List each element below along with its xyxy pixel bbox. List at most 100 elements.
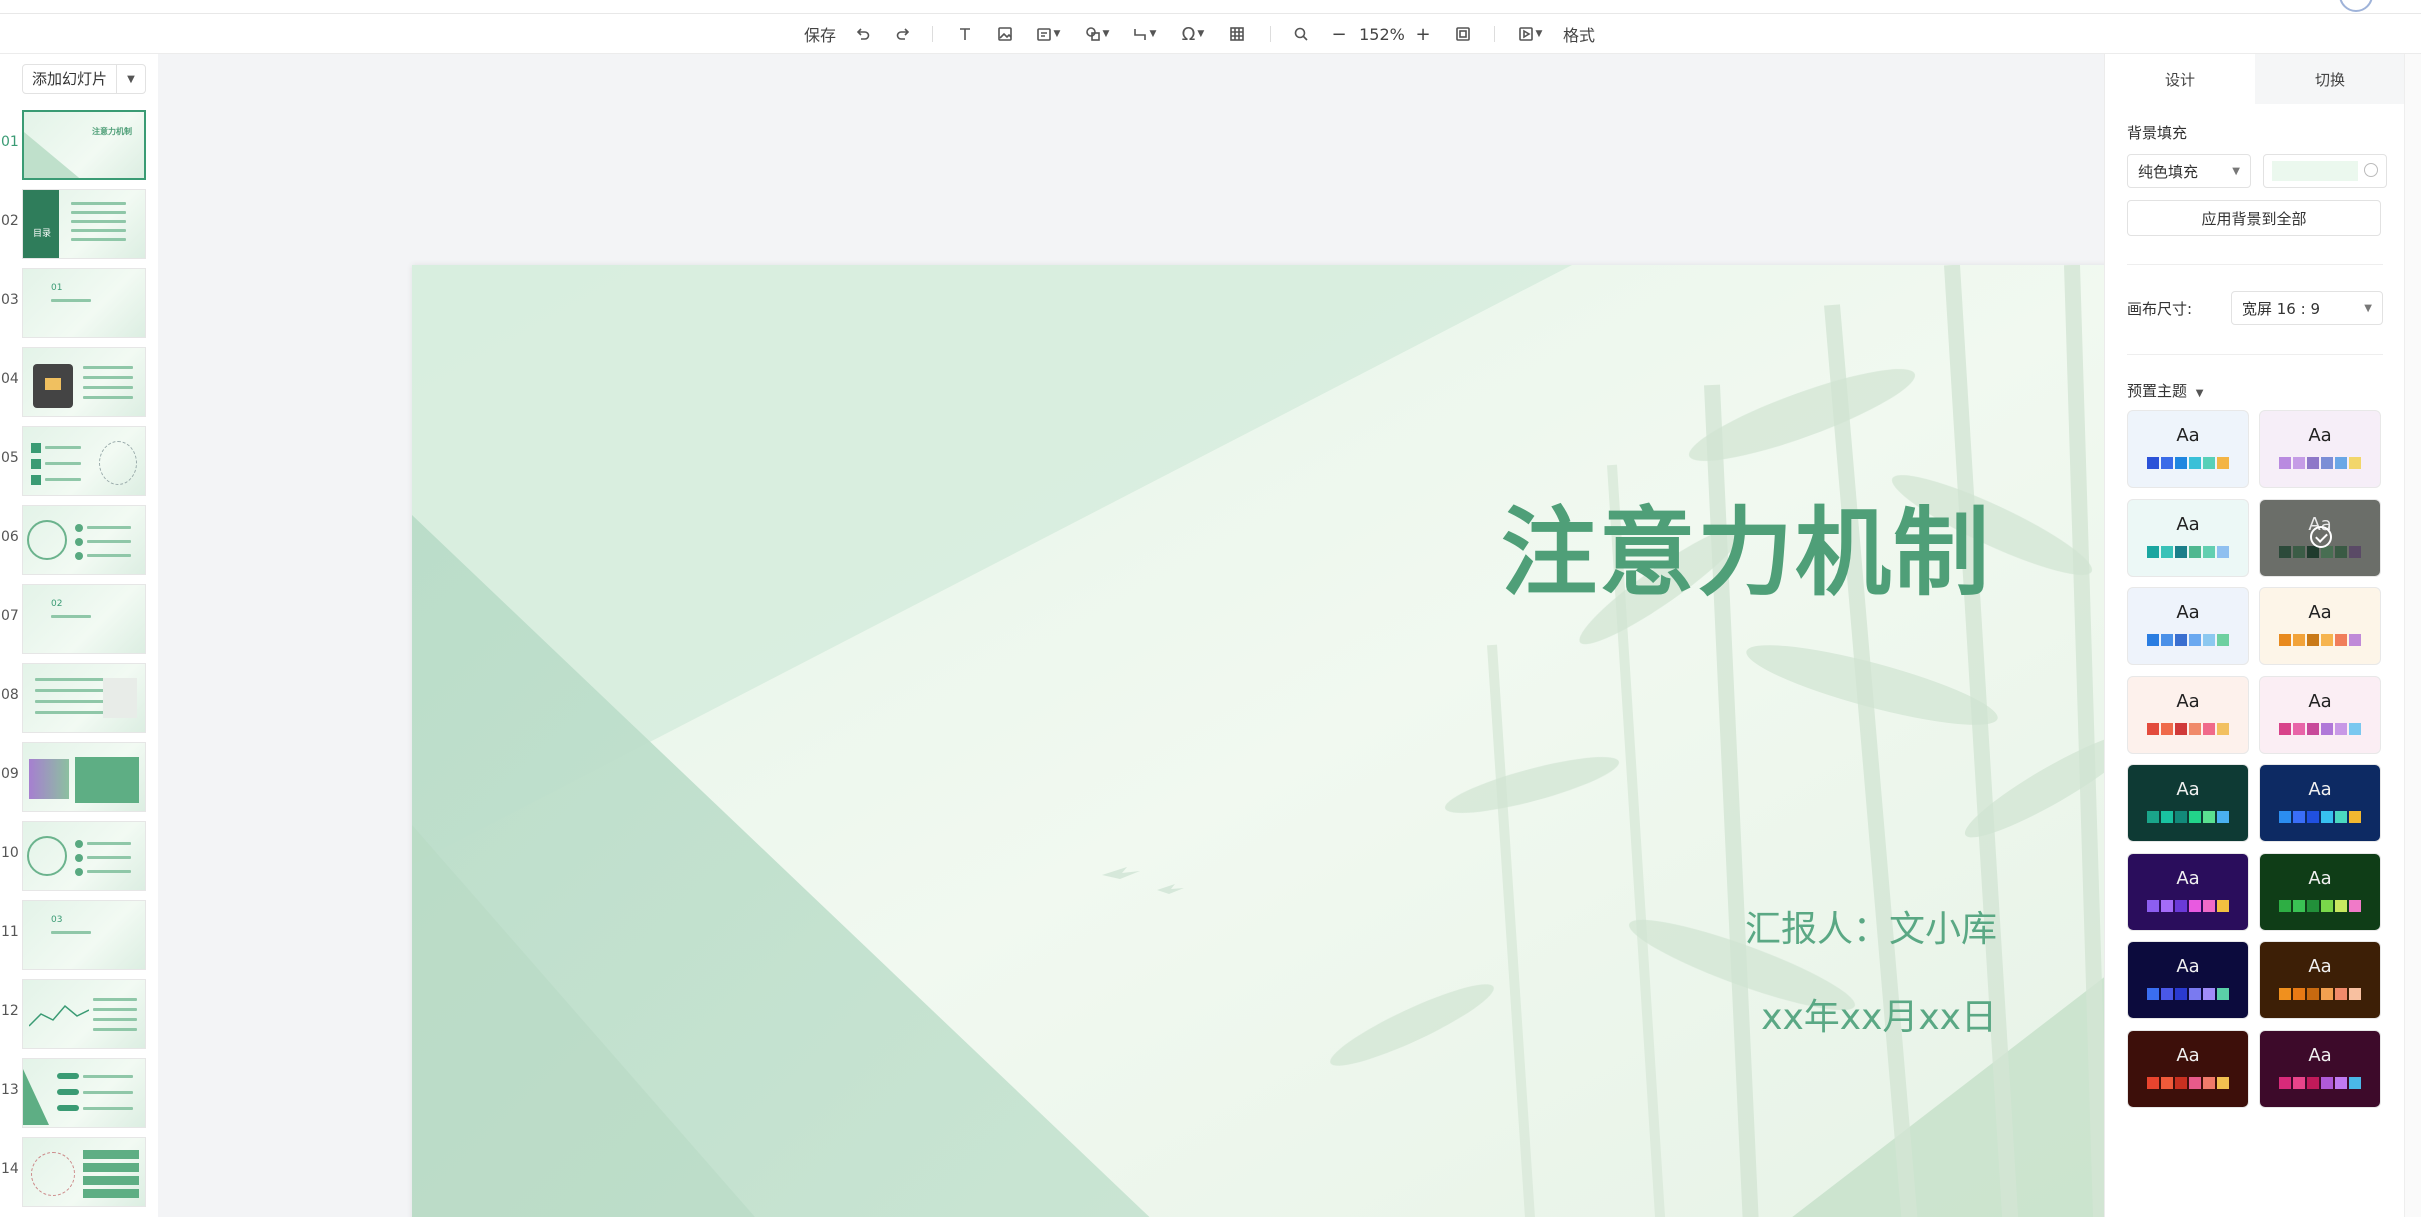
slide-thumbnail-image[interactable]: [22, 1058, 146, 1128]
eyedropper-icon[interactable]: [2364, 163, 2378, 177]
theme-card[interactable]: Aa: [2259, 498, 2381, 577]
color-swatch: [2335, 457, 2347, 469]
slide-thumbnail-image[interactable]: [22, 663, 146, 733]
text-icon[interactable]: [954, 14, 976, 54]
slide-thumbnail-image[interactable]: [22, 347, 146, 417]
color-swatch: [2175, 722, 2187, 735]
color-swatch: [2279, 811, 2291, 823]
slide-number: 04: [1, 371, 19, 387]
theme-card[interactable]: Aa: [2127, 764, 2249, 842]
theme-card[interactable]: Aa: [2259, 852, 2381, 931]
color-swatch: [2161, 1076, 2173, 1089]
slide-thumbnail-image[interactable]: 注意力机制: [22, 110, 146, 180]
slide-thumbnail-image[interactable]: 01: [22, 268, 146, 338]
save-button[interactable]: 保存: [800, 14, 840, 54]
slide-thumbnail[interactable]: 13: [0, 1058, 158, 1130]
color-swatch: [2349, 457, 2361, 469]
fit-screen-icon[interactable]: [1452, 14, 1474, 54]
slide-thumbnail[interactable]: 03 01: [0, 268, 158, 340]
slide-thumbnail[interactable]: 08: [0, 663, 158, 735]
add-slide-label[interactable]: 添加幻灯片: [23, 65, 117, 93]
fill-type-select[interactable]: 纯色填充 ▼: [2127, 154, 2251, 188]
thumb-title: 注意力机制: [92, 127, 132, 136]
color-swatch: [2321, 1076, 2333, 1089]
theme-card[interactable]: Aa: [2259, 410, 2381, 488]
search-icon[interactable]: [1290, 14, 1312, 54]
color-swatch: [2349, 811, 2361, 823]
slide-thumbnail[interactable]: 10: [0, 821, 158, 893]
slide-reporter-text[interactable]: 汇报人：文小库: [1745, 900, 1997, 952]
slide-thumbnail-image[interactable]: 03: [22, 900, 146, 970]
scrollbar[interactable]: [2404, 54, 2421, 1217]
color-swatch: [2335, 545, 2347, 558]
theme-card[interactable]: Aa: [2127, 587, 2249, 665]
slide-canvas[interactable]: 注意力机制 汇报人：文小库 xx年xx月xx日: [412, 265, 2159, 1217]
format-button[interactable]: 格式: [1562, 14, 1596, 54]
add-slide-button[interactable]: 添加幻灯片 ▼: [22, 64, 146, 94]
slide-thumbnail[interactable]: 02 目录: [0, 189, 158, 261]
image-icon[interactable]: [994, 14, 1016, 54]
toolbar-divider: [1270, 26, 1271, 42]
theme-card[interactable]: Aa: [2127, 1029, 2249, 1108]
slide-thumbnail[interactable]: 11 03: [0, 900, 158, 972]
connector-icon[interactable]: ▼: [1128, 14, 1160, 54]
slide-thumbnail-image[interactable]: [22, 742, 146, 812]
tab-transition[interactable]: 切换: [2255, 54, 2405, 104]
slide-thumbnail[interactable]: 07 02: [0, 584, 158, 656]
theme-card[interactable]: Aa: [2127, 498, 2249, 577]
tab-design[interactable]: 设计: [2105, 54, 2255, 104]
zoom-in-icon[interactable]: +: [1412, 14, 1434, 54]
color-swatch: [2307, 988, 2319, 1000]
theme-card[interactable]: Aa: [2259, 675, 2381, 754]
slide-thumbnail[interactable]: 09: [0, 742, 158, 814]
theme-card[interactable]: Aa: [2127, 941, 2249, 1019]
slide-number: 02: [1, 213, 19, 229]
redo-icon[interactable]: [892, 14, 914, 54]
slide-thumbnail-image[interactable]: [22, 426, 146, 496]
table-icon[interactable]: [1226, 14, 1248, 54]
zoom-level[interactable]: 152%: [1356, 14, 1408, 54]
slide-thumbnail[interactable]: 01 注意力机制: [0, 110, 158, 182]
slide-thumbnail[interactable]: 12: [0, 979, 158, 1051]
slide-thumbnail-image[interactable]: 02: [22, 584, 146, 654]
theme-card[interactable]: Aa: [2259, 587, 2381, 665]
undo-icon[interactable]: [852, 14, 874, 54]
zoom-out-icon[interactable]: −: [1328, 14, 1350, 54]
insert-menu-icon[interactable]: ▼: [1032, 14, 1064, 54]
theme-card[interactable]: Aa: [2259, 764, 2381, 842]
slide-thumbnail[interactable]: 05: [0, 426, 158, 498]
theme-card[interactable]: Aa: [2259, 941, 2381, 1019]
avatar[interactable]: [2339, 0, 2373, 12]
chevron-down-icon[interactable]: ▼: [117, 74, 145, 85]
fill-color-picker[interactable]: [2263, 154, 2387, 188]
color-swatch: [2203, 457, 2215, 469]
slide-thumbnail[interactable]: 04: [0, 347, 158, 419]
shape-icon[interactable]: ▼: [1081, 14, 1113, 54]
slide-thumbnail-image[interactable]: [22, 979, 146, 1049]
slide-thumbnail-image[interactable]: [22, 505, 146, 575]
slide-title[interactable]: 注意力机制: [1501, 475, 1991, 614]
color-swatch: [2203, 988, 2215, 1000]
theme-color-swatches: [2128, 545, 2248, 558]
theme-sample-text: Aa: [2176, 1044, 2200, 1066]
slide-thumbnail[interactable]: 14: [0, 1137, 158, 1209]
theme-color-swatches: [2260, 1076, 2380, 1089]
slide-thumbnail-image[interactable]: [22, 1137, 146, 1207]
color-swatch: [2293, 811, 2305, 823]
slide-date-text[interactable]: xx年xx月xx日: [1761, 988, 1997, 1040]
symbol-icon[interactable]: Ω ▼: [1176, 14, 1210, 54]
canvas-size-select[interactable]: 宽屏 16 : 9 ▼: [2231, 291, 2383, 325]
slide-thumbnail-image[interactable]: 目录: [22, 189, 146, 259]
theme-card[interactable]: Aa: [2127, 675, 2249, 754]
color-swatch: [2189, 634, 2201, 646]
apply-background-all-button[interactable]: 应用背景到全部: [2127, 200, 2381, 236]
slide-thumbnail[interactable]: 06: [0, 505, 158, 577]
thumb-section-number: 02: [51, 599, 63, 609]
play-icon[interactable]: ▼: [1514, 14, 1546, 54]
color-swatch: [2189, 988, 2201, 1000]
theme-card[interactable]: Aa: [2259, 1029, 2381, 1108]
theme-card[interactable]: Aa: [2127, 410, 2249, 488]
theme-card[interactable]: Aa: [2127, 852, 2249, 931]
preset-theme-label[interactable]: 预置主题 ▼: [2127, 380, 2204, 401]
slide-thumbnail-image[interactable]: [22, 821, 146, 891]
